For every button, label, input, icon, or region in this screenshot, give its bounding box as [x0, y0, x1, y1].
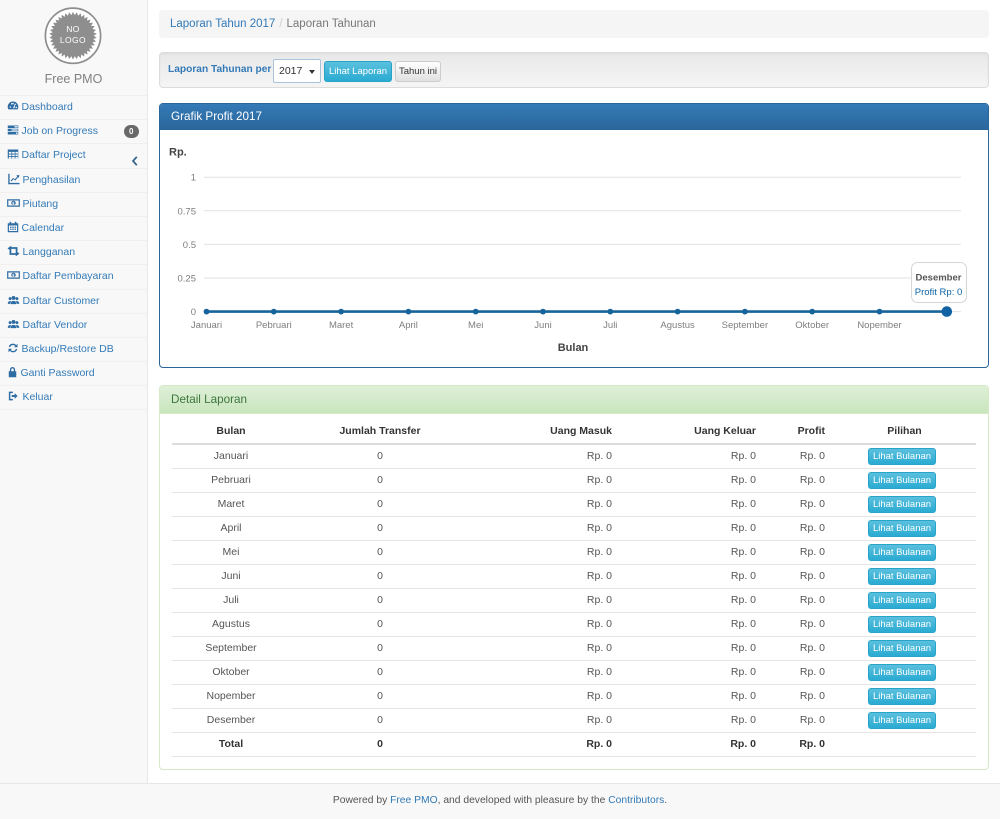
svg-text:Januari: Januari	[191, 320, 222, 331]
svg-text:Free PMO: Free PMO	[45, 72, 103, 86]
svg-text:Profit Rp: 0: Profit Rp: 0	[915, 287, 963, 298]
svg-text:Desember: Desember	[916, 273, 962, 284]
svg-text:Pebruari: Pebruari	[256, 320, 292, 331]
svg-text:April: April	[399, 320, 418, 331]
svg-text:LOGO: LOGO	[60, 35, 86, 45]
svg-text:0.5: 0.5	[183, 240, 196, 251]
svg-text:Juli: Juli	[603, 320, 617, 331]
svg-text:Mei: Mei	[468, 320, 483, 331]
svg-text:September: September	[722, 320, 768, 331]
svg-text:Maret: Maret	[329, 320, 354, 331]
svg-text:Oktober: Oktober	[795, 320, 829, 331]
svg-text:0: 0	[191, 307, 196, 318]
svg-text:Nopember: Nopember	[857, 320, 901, 331]
svg-text:1: 1	[191, 173, 196, 184]
svg-text:0.75: 0.75	[178, 206, 197, 217]
svg-text:0.25: 0.25	[178, 274, 197, 285]
svg-text:Bulan: Bulan	[558, 342, 589, 354]
svg-text:Juni: Juni	[534, 320, 551, 331]
svg-text:Rp.: Rp.	[169, 147, 187, 159]
svg-text:Agustus: Agustus	[660, 320, 695, 331]
svg-text:NO: NO	[66, 24, 80, 34]
